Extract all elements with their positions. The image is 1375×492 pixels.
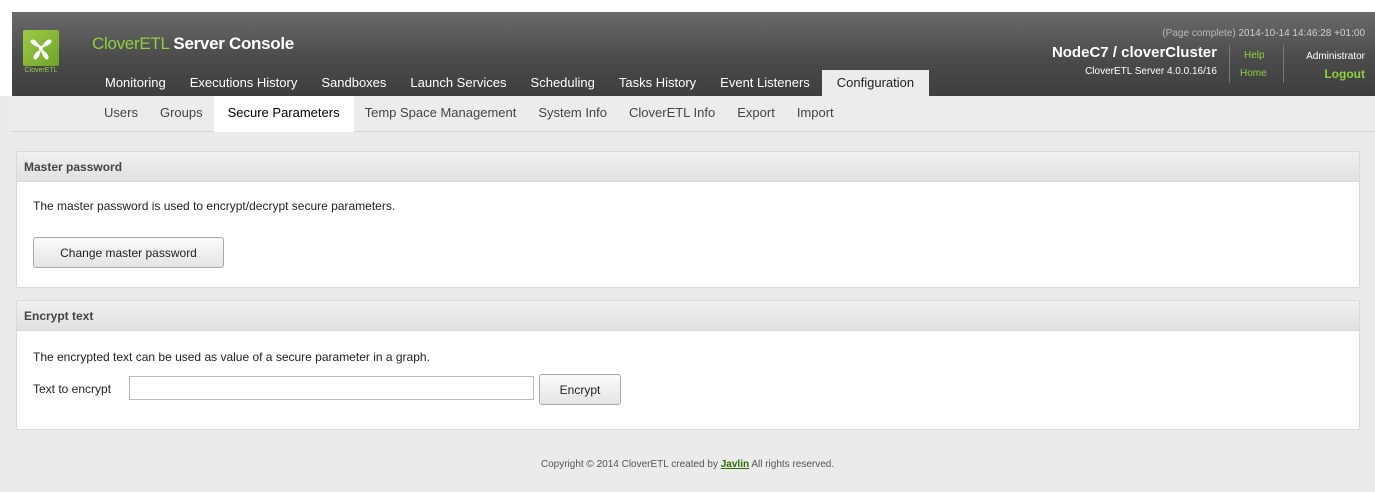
nav-launch-services[interactable]: Launch Services xyxy=(398,70,518,96)
clover-icon xyxy=(23,30,59,66)
nav-sandboxes[interactable]: Sandboxes xyxy=(309,70,398,96)
subnav-import[interactable]: Import xyxy=(786,96,845,132)
encrypt-text-panel: Encrypt text The encrypted text can be u… xyxy=(16,300,1360,430)
footer-rights: All rights reserved. xyxy=(751,459,835,470)
nav-configuration[interactable]: Configuration xyxy=(821,70,930,96)
master-password-header: Master password xyxy=(17,152,1359,182)
node-cluster-title: NodeC7 / cloverCluster xyxy=(1051,44,1217,61)
nav-monitoring[interactable]: Monitoring xyxy=(92,70,178,96)
sub-nav: Users Groups Secure Parameters Temp Spac… xyxy=(12,96,1375,132)
master-password-panel: Master password The master password is u… xyxy=(16,151,1360,288)
home-link[interactable]: Home xyxy=(1240,68,1267,79)
logout-link[interactable]: Logout xyxy=(1324,67,1365,81)
encrypt-button[interactable]: Encrypt xyxy=(539,374,621,405)
page-status: (Page complete) 2014-10-14 14:46:28 +01:… xyxy=(1162,28,1365,39)
user-name: Administrator xyxy=(1306,51,1365,62)
text-to-encrypt-label: Text to encrypt xyxy=(33,382,112,396)
subnav-secure-parameters[interactable]: Secure Parameters xyxy=(213,96,354,132)
javlin-link[interactable]: Javlin xyxy=(721,459,749,470)
logo-label: CloverETL xyxy=(24,67,58,74)
footer-copyright: Copyright © 2014 CloverETL created by xyxy=(540,459,718,470)
encrypt-text-description: The encrypted text can be used as value … xyxy=(33,350,430,364)
sub-nav-items: Users Groups Secure Parameters Temp Spac… xyxy=(93,96,845,132)
change-master-password-button[interactable]: Change master password xyxy=(33,237,224,268)
text-to-encrypt-input[interactable] xyxy=(129,376,534,400)
page-status-label: (Page complete) xyxy=(1162,28,1236,39)
divider xyxy=(1283,45,1284,83)
subnav-groups[interactable]: Groups xyxy=(149,96,214,132)
nav-scheduling[interactable]: Scheduling xyxy=(519,70,607,96)
divider xyxy=(1229,45,1230,83)
subnav-temp-space-management[interactable]: Temp Space Management xyxy=(354,96,528,132)
app-title: CloverETL Server Console xyxy=(92,34,294,54)
master-password-description: The master password is used to encrypt/d… xyxy=(33,199,396,213)
page-timestamp: 2014-10-14 14:46:28 +01:00 xyxy=(1238,28,1366,39)
header: CloverETL CloverETL Server Console Monit… xyxy=(0,0,1375,96)
subnav-system-info[interactable]: System Info xyxy=(527,96,618,132)
nav-event-listeners[interactable]: Event Listeners xyxy=(708,70,822,96)
subnav-users[interactable]: Users xyxy=(93,96,149,132)
subnav-export[interactable]: Export xyxy=(726,96,786,132)
app-title-rest: Server Console xyxy=(173,34,294,53)
nav-tasks-history[interactable]: Tasks History xyxy=(607,70,708,96)
server-version: CloverETL Server 4.0.0.16/16 xyxy=(1085,66,1217,77)
cloveretl-logo[interactable]: CloverETL xyxy=(23,30,59,78)
main-nav: Monitoring Executions History Sandboxes … xyxy=(92,70,930,96)
encrypt-text-header: Encrypt text xyxy=(17,301,1359,331)
footer: Copyright © 2014 CloverETL created by Ja… xyxy=(0,459,1375,470)
help-link[interactable]: Help xyxy=(1244,50,1265,61)
subnav-cloveretl-info[interactable]: CloverETL Info xyxy=(618,96,726,132)
nav-executions-history[interactable]: Executions History xyxy=(178,70,310,96)
app-title-brand: CloverETL xyxy=(92,34,169,53)
